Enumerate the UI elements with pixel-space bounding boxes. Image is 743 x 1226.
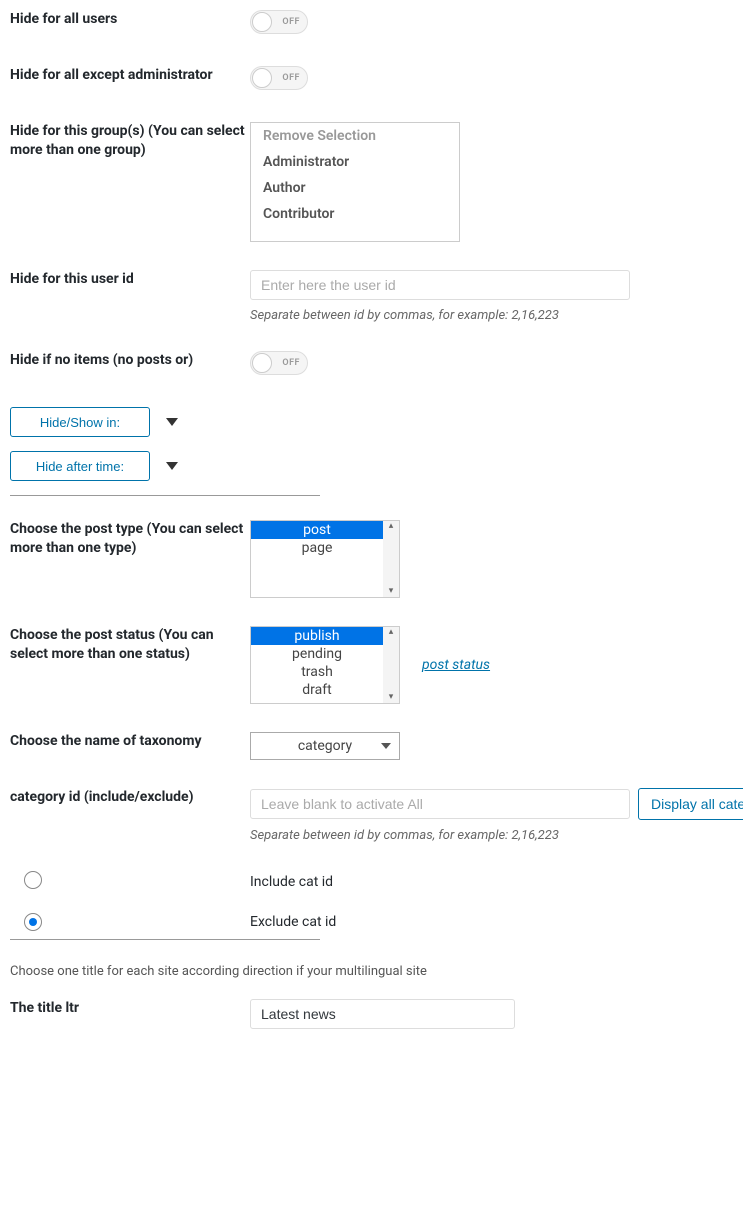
radio-label-exclude: Exclude cat id bbox=[250, 914, 336, 930]
label-taxonomy: Choose the name of taxonomy bbox=[10, 732, 250, 751]
toggle-state: OFF bbox=[282, 73, 300, 83]
label-hide-user-id: Hide for this user id bbox=[10, 270, 250, 289]
accordion-hide-show[interactable]: Hide/Show in: bbox=[10, 407, 150, 437]
scroll-down-icon[interactable]: ▾ bbox=[389, 586, 394, 597]
help-user-id: Separate between id by commas, for examp… bbox=[250, 308, 733, 323]
group-option-remove[interactable]: Remove Selection bbox=[251, 123, 459, 149]
scroll-down-icon[interactable]: ▾ bbox=[389, 692, 394, 703]
input-user-id[interactable] bbox=[250, 270, 630, 300]
toggle-state: OFF bbox=[282, 17, 300, 27]
chevron-down-icon bbox=[381, 743, 391, 749]
scrollbar[interactable]: ▴ ▾ bbox=[383, 627, 399, 703]
post-type-option-page[interactable]: page bbox=[251, 539, 383, 557]
toggle-hide-except-admin[interactable]: OFF bbox=[250, 66, 308, 90]
toggle-hide-no-items[interactable]: OFF bbox=[250, 351, 308, 375]
display-all-categories-button[interactable]: Display all cate bbox=[638, 788, 743, 820]
toggle-state: OFF bbox=[282, 358, 300, 368]
help-category-id: Separate between id by commas, for examp… bbox=[250, 828, 743, 843]
input-title-ltr[interactable] bbox=[250, 999, 515, 1029]
radio-exclude-cat[interactable] bbox=[24, 913, 42, 931]
post-status-option-trash[interactable]: trash bbox=[251, 663, 383, 681]
radio-include-cat[interactable] bbox=[24, 871, 42, 889]
toggle-knob bbox=[252, 353, 272, 373]
label-title-ltr: The title ltr bbox=[10, 999, 250, 1018]
scroll-up-icon[interactable]: ▴ bbox=[389, 521, 394, 532]
toggle-knob bbox=[252, 68, 272, 88]
listbox-post-type[interactable]: post page ▴ ▾ bbox=[250, 520, 400, 598]
group-option-contributor[interactable]: Contributor bbox=[251, 201, 459, 227]
label-hide-groups: Hide for this group(s) (You can select m… bbox=[10, 122, 250, 160]
chevron-down-icon[interactable] bbox=[166, 462, 178, 470]
group-option-author[interactable]: Author bbox=[251, 175, 459, 201]
post-status-option-draft[interactable]: draft bbox=[251, 681, 383, 699]
post-status-option-pending[interactable]: pending bbox=[251, 645, 383, 663]
link-post-status[interactable]: post status bbox=[422, 657, 490, 673]
label-post-type: Choose the post type (You can select mor… bbox=[10, 520, 250, 558]
separator bbox=[10, 939, 320, 940]
scrollbar[interactable]: ▴ ▾ bbox=[383, 521, 399, 597]
group-option-administrator[interactable]: Administrator bbox=[251, 149, 459, 175]
toggle-knob bbox=[252, 12, 272, 32]
radio-label-include: Include cat id bbox=[250, 874, 333, 890]
dropdown-value: category bbox=[298, 738, 352, 754]
separator bbox=[10, 495, 320, 496]
label-post-status: Choose the post status (You can select m… bbox=[10, 626, 250, 664]
toggle-hide-all-users[interactable]: OFF bbox=[250, 10, 308, 34]
listbox-post-status[interactable]: publish pending trash draft ▴ ▾ bbox=[250, 626, 400, 704]
label-hide-all-users: Hide for all users bbox=[10, 10, 250, 29]
post-status-option-publish[interactable]: publish bbox=[251, 627, 383, 645]
dropdown-taxonomy[interactable]: category bbox=[250, 732, 400, 760]
label-hide-except-admin: Hide for all except administrator bbox=[10, 66, 250, 85]
scroll-up-icon[interactable]: ▴ bbox=[389, 627, 394, 638]
chevron-down-icon[interactable] bbox=[166, 418, 178, 426]
post-type-option-post[interactable]: post bbox=[251, 521, 383, 539]
multilingual-note: Choose one title for each site according… bbox=[10, 964, 733, 979]
label-hide-no-items: Hide if no items (no posts or) bbox=[10, 351, 250, 370]
accordion-hide-after[interactable]: Hide after time: bbox=[10, 451, 150, 481]
input-category-id[interactable] bbox=[250, 789, 630, 819]
label-category-id: category id (include/exclude) bbox=[10, 788, 250, 807]
multiselect-groups[interactable]: Remove Selection Administrator Author Co… bbox=[250, 122, 460, 242]
